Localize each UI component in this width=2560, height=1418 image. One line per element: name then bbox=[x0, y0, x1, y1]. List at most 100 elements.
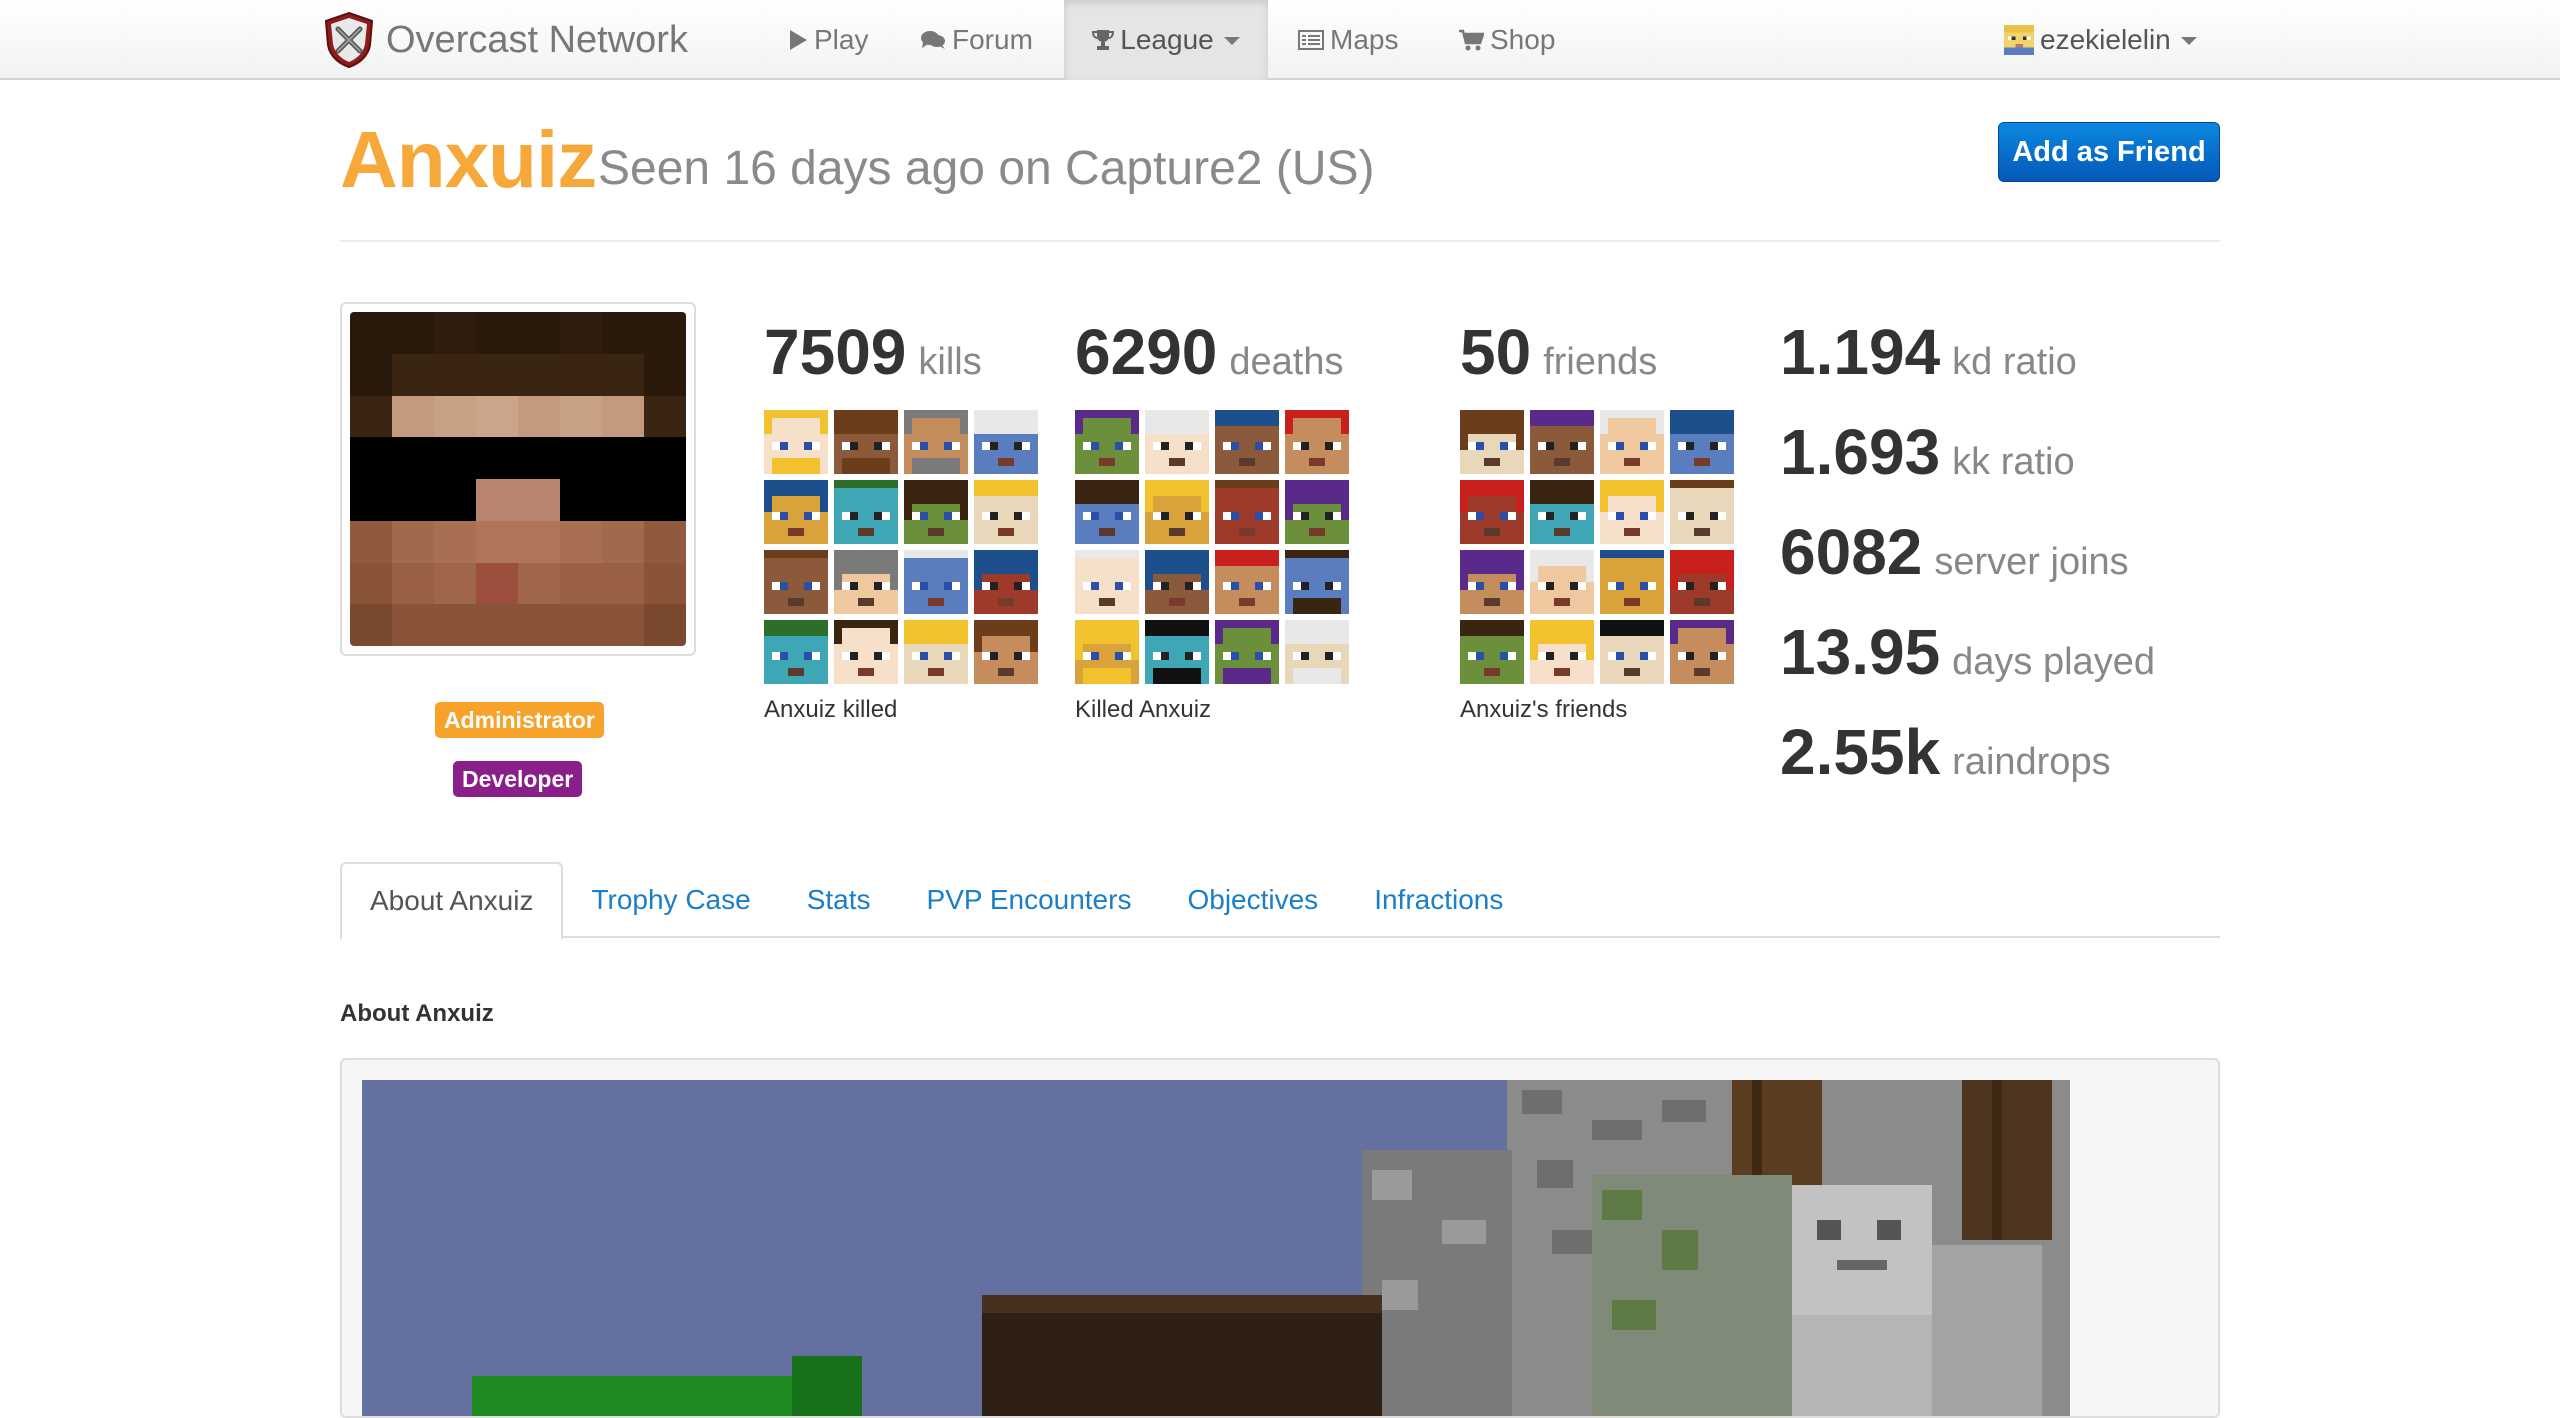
tab-objectives[interactable]: Objectives bbox=[1159, 862, 1346, 938]
player-head-icon[interactable] bbox=[974, 550, 1038, 614]
player-head-icon[interactable] bbox=[1145, 550, 1209, 614]
profile-header: Anxuiz Seen 16 days ago on Capture2 (US)… bbox=[340, 110, 2220, 242]
player-head-icon[interactable] bbox=[1670, 480, 1734, 544]
developer-badge: Developer bbox=[453, 761, 583, 797]
player-head-icon[interactable] bbox=[1145, 620, 1209, 684]
player-head-icon[interactable] bbox=[1600, 480, 1664, 544]
raindrops-row: 2.55k raindrops bbox=[1780, 720, 2155, 820]
player-head-icon[interactable] bbox=[1285, 410, 1349, 474]
nav-forum[interactable]: Forum bbox=[910, 0, 1043, 80]
nav-league[interactable]: League bbox=[1064, 0, 1268, 80]
raindrops-value: 2.55k bbox=[1780, 716, 1941, 788]
player-head-icon[interactable] bbox=[1145, 480, 1209, 544]
player-head-icon[interactable] bbox=[1285, 550, 1349, 614]
player-head-icon[interactable] bbox=[974, 480, 1038, 544]
player-head-icon[interactable] bbox=[1460, 480, 1524, 544]
friends-count: 50 bbox=[1460, 316, 1532, 388]
player-head-icon[interactable] bbox=[1145, 410, 1209, 474]
player-head-icon[interactable] bbox=[764, 620, 828, 684]
nav-shop-label: Shop bbox=[1490, 24, 1556, 55]
player-head-icon[interactable] bbox=[764, 550, 828, 614]
player-head-icon[interactable] bbox=[1670, 620, 1734, 684]
player-head-icon[interactable] bbox=[1600, 620, 1664, 684]
player-head-icon[interactable] bbox=[904, 620, 968, 684]
map-list-icon bbox=[1298, 30, 1324, 50]
nav-shop[interactable]: Shop bbox=[1448, 0, 1565, 80]
tab-infractions[interactable]: Infractions bbox=[1346, 862, 1531, 938]
tab-about[interactable]: About Anxuiz bbox=[340, 862, 564, 940]
player-head-icon[interactable] bbox=[1460, 410, 1524, 474]
player-head-icon[interactable] bbox=[834, 620, 898, 684]
user-menu[interactable]: ezekielelin bbox=[1994, 0, 2207, 80]
player-head-icon[interactable] bbox=[1215, 480, 1279, 544]
player-head-icon[interactable] bbox=[834, 550, 898, 614]
player-head-icon[interactable] bbox=[1075, 480, 1139, 544]
friends-section: 50 friends Anxuiz's friends bbox=[1460, 320, 1734, 724]
player-name: Anxuiz bbox=[340, 115, 597, 204]
player-head-icon[interactable] bbox=[1285, 620, 1349, 684]
friends-grid bbox=[1460, 410, 1734, 684]
brand-link[interactable]: Overcast Network bbox=[322, 11, 688, 69]
server-joins-value: 6082 bbox=[1780, 516, 1923, 588]
killers-grid bbox=[1075, 410, 1349, 684]
kills-label: kills bbox=[918, 341, 982, 383]
player-head-icon[interactable] bbox=[1075, 620, 1139, 684]
administrator-badge: Administrator bbox=[435, 702, 604, 738]
tab-stats[interactable]: Stats bbox=[779, 862, 899, 938]
about-section-title: About Anxuiz bbox=[340, 1000, 494, 1027]
tab-pvp-encounters[interactable]: PVP Encounters bbox=[899, 862, 1160, 938]
brand-name: Overcast Network bbox=[386, 18, 688, 61]
player-head-icon[interactable] bbox=[1530, 410, 1594, 474]
player-head-icon[interactable] bbox=[1670, 550, 1734, 614]
profile-tabs: About Anxuiz Trophy Case Stats PVP Encou… bbox=[340, 862, 2220, 940]
player-head-icon[interactable] bbox=[904, 550, 968, 614]
player-head-icon[interactable] bbox=[1460, 550, 1524, 614]
player-head-icon[interactable] bbox=[1600, 550, 1664, 614]
killed-players-grid bbox=[764, 410, 1038, 684]
deaths-label: deaths bbox=[1229, 341, 1344, 383]
play-icon bbox=[788, 29, 808, 51]
kd-ratio-row: 1.194 kd ratio bbox=[1780, 320, 2155, 420]
player-avatar bbox=[340, 302, 696, 656]
kk-ratio-row: 1.693 kk ratio bbox=[1780, 420, 2155, 520]
deaths-caption: Killed Anxuiz bbox=[1075, 696, 1212, 723]
minecraft-screenshot-image bbox=[362, 1080, 2070, 1416]
chevron-down-icon bbox=[1223, 37, 1240, 45]
deaths-section: 6290 deaths Killed Anxuiz bbox=[1075, 320, 1349, 724]
player-head-icon[interactable] bbox=[1600, 410, 1664, 474]
player-head-icon[interactable] bbox=[1530, 550, 1594, 614]
player-head-icon[interactable] bbox=[904, 480, 968, 544]
player-head-icon[interactable] bbox=[834, 410, 898, 474]
player-head-icon[interactable] bbox=[1215, 550, 1279, 614]
player-head-icon[interactable] bbox=[1530, 480, 1594, 544]
player-head-icon[interactable] bbox=[1075, 410, 1139, 474]
trophy-icon bbox=[1092, 29, 1115, 51]
nav-play[interactable]: Play bbox=[778, 0, 878, 80]
player-head-icon[interactable] bbox=[904, 410, 968, 474]
nav-play-label: Play bbox=[814, 24, 869, 55]
player-head-icon[interactable] bbox=[974, 410, 1038, 474]
server-joins-label: server joins bbox=[1934, 541, 2129, 583]
player-head-icon[interactable] bbox=[974, 620, 1038, 684]
player-head-icon[interactable] bbox=[1670, 410, 1734, 474]
comments-icon bbox=[920, 29, 946, 51]
nav-maps[interactable]: Maps bbox=[1288, 0, 1408, 80]
kills-caption: Anxuiz killed bbox=[764, 696, 898, 723]
tab-trophy-case[interactable]: Trophy Case bbox=[563, 862, 778, 938]
player-head-icon[interactable] bbox=[834, 480, 898, 544]
username: ezekielelin bbox=[2040, 24, 2171, 55]
player-head-icon[interactable] bbox=[1530, 620, 1594, 684]
kd-ratio-label: kd ratio bbox=[1952, 341, 2077, 383]
user-skin-icon bbox=[2004, 25, 2034, 55]
top-navbar: Overcast Network Play Forum League Maps … bbox=[0, 0, 2560, 80]
player-head-icon[interactable] bbox=[1215, 620, 1279, 684]
player-head-icon[interactable] bbox=[1215, 410, 1279, 474]
friends-label: friends bbox=[1543, 341, 1658, 383]
player-head-icon[interactable] bbox=[1285, 480, 1349, 544]
player-head-icon[interactable] bbox=[764, 480, 828, 544]
player-head-icon[interactable] bbox=[764, 410, 828, 474]
add-friend-button[interactable]: Add as Friend bbox=[1998, 122, 2220, 182]
player-head-icon[interactable] bbox=[1460, 620, 1524, 684]
player-head-icon[interactable] bbox=[1075, 550, 1139, 614]
nav-forum-label: Forum bbox=[952, 24, 1033, 55]
